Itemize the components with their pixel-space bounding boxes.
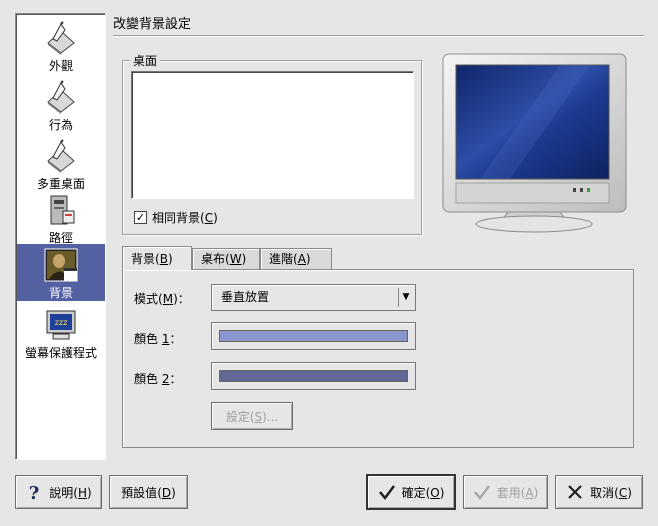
desktop-list[interactable] bbox=[131, 71, 414, 199]
page-title: 改變背景設定 bbox=[113, 17, 192, 32]
mode-select[interactable]: 垂直放置 ▼ bbox=[211, 284, 416, 311]
svg-text:?: ? bbox=[29, 483, 40, 501]
close-icon bbox=[568, 485, 582, 499]
background-icon bbox=[44, 248, 78, 282]
color1-label: 顏色 1： bbox=[134, 332, 182, 346]
sidebar-item-label: 外觀 bbox=[48, 59, 73, 73]
same-background-label: 相同背景(C) bbox=[152, 211, 218, 225]
sidebar-item-screensaver[interactable]: zzz 螢幕保護程式 bbox=[17, 304, 105, 361]
color2-picker[interactable] bbox=[211, 362, 416, 390]
color2-label: 顏色 2： bbox=[134, 372, 182, 386]
sidebar-item-appearance[interactable]: 外觀 bbox=[17, 17, 105, 74]
same-background-checkbox-row[interactable]: ✓ 相同背景(C) bbox=[134, 209, 218, 226]
monitor-preview bbox=[442, 53, 627, 233]
apply-button[interactable]: 套用(A) bbox=[463, 475, 548, 509]
check-icon bbox=[378, 485, 395, 501]
behavior-icon bbox=[47, 80, 75, 114]
same-background-checkbox[interactable]: ✓ bbox=[134, 211, 147, 224]
tab-wallpaper[interactable]: 桌布(W) bbox=[192, 248, 260, 270]
title-divider bbox=[113, 35, 644, 37]
sidebar-item-behavior[interactable]: 行為 bbox=[17, 76, 105, 133]
appearance-icon bbox=[47, 21, 75, 55]
desktop-frame-legend: 桌面 bbox=[130, 52, 161, 69]
sidebar-item-label: 螢幕保護程式 bbox=[24, 346, 97, 360]
sidebar-item-multiple-desktops[interactable]: 多重桌面 bbox=[17, 135, 105, 192]
defaults-button[interactable]: 預設值(D) bbox=[109, 475, 188, 509]
svg-text:zzz: zzz bbox=[55, 318, 68, 327]
sidebar-item-label: 行為 bbox=[48, 118, 73, 132]
sidebar-item-paths[interactable]: 路徑 bbox=[17, 189, 105, 246]
screensaver-icon: zzz bbox=[46, 310, 76, 340]
chevron-down-icon: ▼ bbox=[398, 288, 413, 307]
help-button[interactable]: ? 說明(H) bbox=[15, 475, 102, 509]
module-sidebar: 外觀 行為 多重桌面 路徑 背景 zzz 螢幕保護程式 bbox=[15, 13, 106, 460]
check-icon bbox=[473, 485, 490, 501]
tab-background[interactable]: 背景(B) bbox=[122, 246, 192, 270]
multiple-desktops-icon bbox=[47, 139, 75, 173]
settings-button[interactable]: 設定(S)... bbox=[211, 402, 293, 430]
paths-icon bbox=[50, 195, 75, 225]
sidebar-item-background[interactable]: 背景 bbox=[17, 244, 105, 301]
sidebar-item-label: 背景 bbox=[48, 286, 73, 300]
color2-swatch bbox=[219, 370, 408, 382]
question-icon: ? bbox=[29, 483, 40, 501]
mode-label: 模式(M)： bbox=[134, 292, 190, 306]
tab-advanced[interactable]: 進階(A) bbox=[260, 248, 332, 270]
color1-picker[interactable] bbox=[211, 322, 416, 350]
color1-swatch bbox=[219, 330, 408, 342]
ok-button[interactable]: 確定(O) bbox=[366, 474, 456, 510]
cancel-button[interactable]: 取消(C) bbox=[555, 475, 643, 509]
mode-select-value: 垂直放置 bbox=[221, 290, 270, 304]
